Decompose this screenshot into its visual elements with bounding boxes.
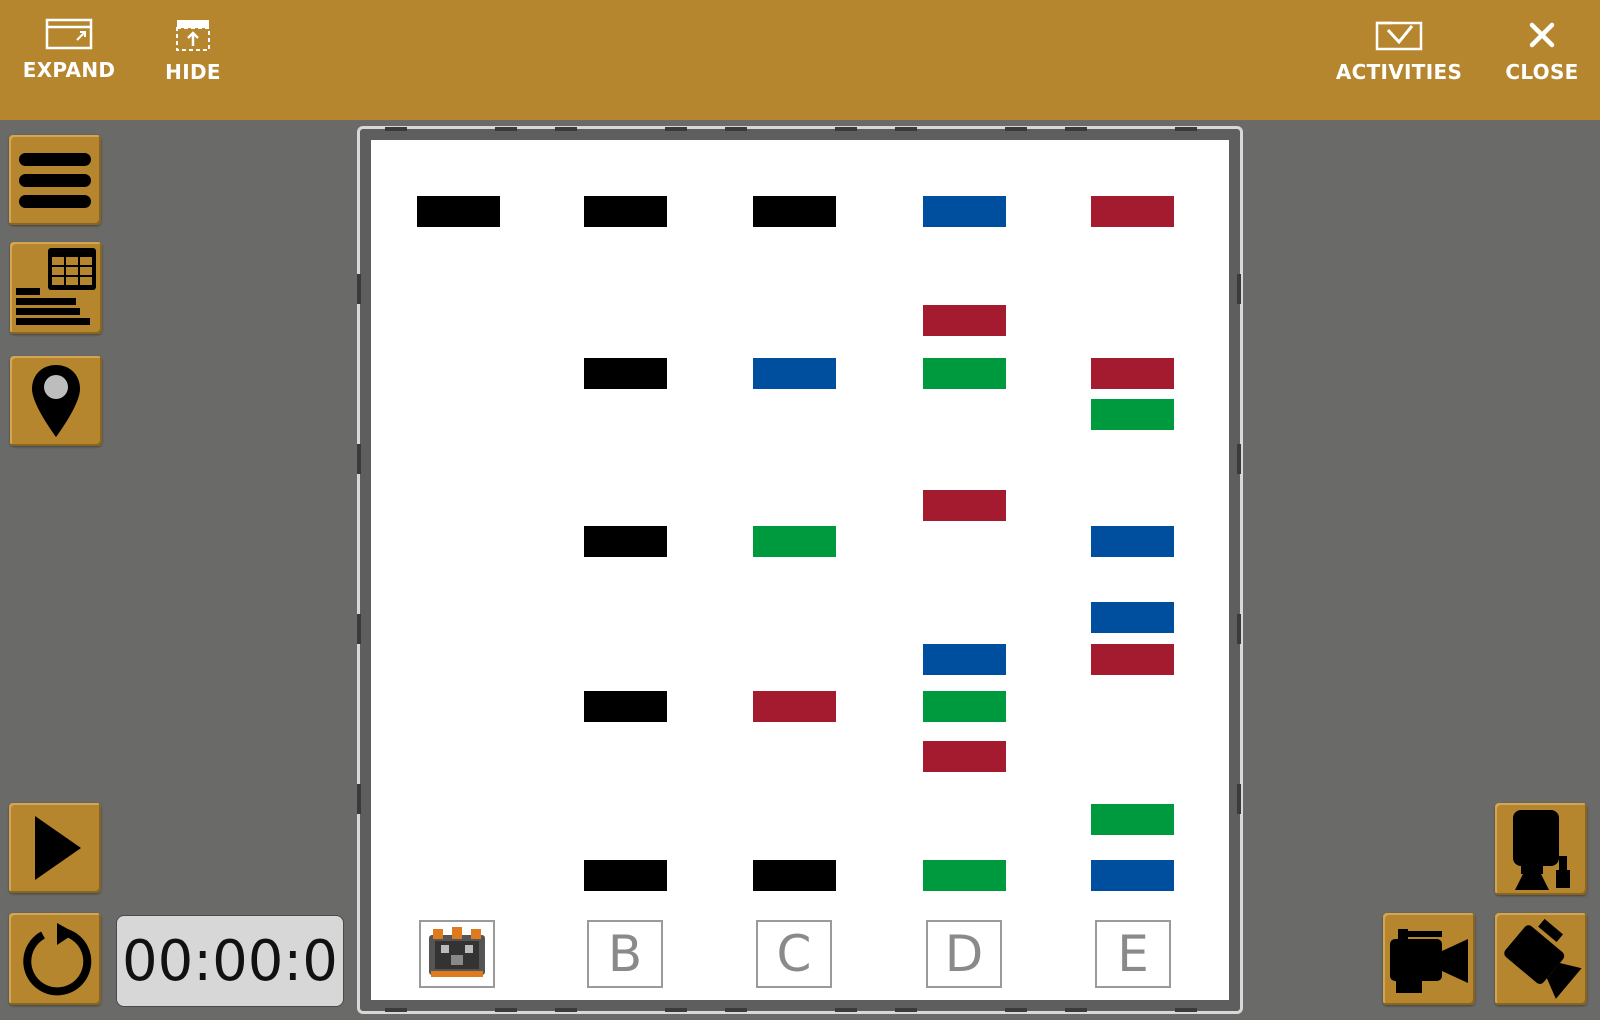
block-red <box>1091 358 1174 389</box>
playing-field: B C D E <box>371 140 1229 1000</box>
camera-top-icon <box>1504 918 1582 999</box>
close-label: CLOSE <box>1505 60 1579 84</box>
camera-top-button[interactable] <box>1495 913 1587 1005</box>
block-green <box>923 691 1006 722</box>
block-black <box>584 358 667 389</box>
timer-value: 00:00:0 <box>122 928 338 994</box>
block-black <box>584 526 667 557</box>
expand-label: EXPAND <box>22 58 116 82</box>
block-green <box>923 860 1006 891</box>
play-icon <box>35 816 81 880</box>
close-button[interactable]: CLOSE <box>1504 18 1580 102</box>
reset-button[interactable] <box>9 913 101 1005</box>
column-label-e: E <box>1095 920 1171 988</box>
block-black <box>584 196 667 227</box>
block-red <box>1091 196 1174 227</box>
column-label-d: D <box>926 920 1002 988</box>
camera-follow-button[interactable] <box>1495 803 1587 895</box>
block-red <box>923 741 1006 772</box>
column-label-b: B <box>587 920 663 988</box>
camera-side-button[interactable] <box>1383 913 1475 1005</box>
block-red <box>923 305 1006 336</box>
block-red <box>753 691 836 722</box>
location-pin-icon <box>32 365 80 437</box>
close-icon <box>1529 22 1555 48</box>
block-black <box>584 860 667 891</box>
block-black <box>753 196 836 227</box>
block-black <box>584 691 667 722</box>
data-table-icon <box>16 248 96 325</box>
activities-button[interactable]: ACTIVITIES <box>1336 18 1462 102</box>
top-toolbar: EXPAND HIDE ACTIVITIES CLOSE <box>0 0 1600 120</box>
menu-icon <box>19 153 91 208</box>
block-blue <box>1091 860 1174 891</box>
block-red <box>923 490 1006 521</box>
expand-window-icon <box>45 18 93 50</box>
block-black <box>753 860 836 891</box>
hide-button[interactable]: HIDE <box>160 18 226 102</box>
play-button[interactable] <box>9 803 101 893</box>
block-green <box>1091 399 1174 430</box>
block-blue <box>923 196 1006 227</box>
activities-label: ACTIVITIES <box>1335 60 1463 84</box>
reset-icon <box>23 923 92 996</box>
block-red <box>1091 644 1174 675</box>
block-blue <box>753 358 836 389</box>
camera-follow-icon <box>1513 810 1570 890</box>
hide-label: HIDE <box>165 60 221 84</box>
camera-side-icon <box>1390 929 1468 993</box>
block-black <box>417 196 500 227</box>
column-label-c: C <box>756 920 832 988</box>
block-green <box>1091 804 1174 835</box>
data-table-button[interactable] <box>10 242 102 334</box>
block-blue <box>1091 602 1174 633</box>
block-green <box>923 358 1006 389</box>
block-green <box>753 526 836 557</box>
robot-icon <box>429 927 485 977</box>
block-blue <box>1091 526 1174 557</box>
expand-button[interactable]: EXPAND <box>23 18 115 102</box>
location-button[interactable] <box>10 356 102 446</box>
block-blue <box>923 644 1006 675</box>
robot-start-box[interactable] <box>419 920 495 988</box>
activities-icon <box>1375 21 1423 51</box>
timer-display: 00:00:0 <box>116 915 344 1007</box>
hide-window-icon <box>176 20 210 51</box>
menu-button[interactable] <box>9 135 101 225</box>
